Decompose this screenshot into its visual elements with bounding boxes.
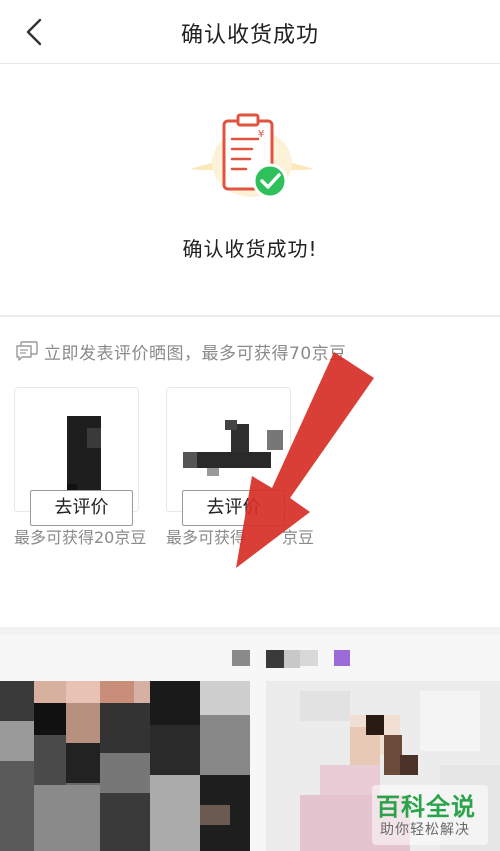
success-section: ¥ 确认收货成功! [0,65,500,315]
watermark-title: 百科全说 [376,793,476,821]
reward-text: 最多可获得 京豆 [166,528,315,547]
review-tip: 立即发表评价晒图，最多可获得70京豆 [16,339,347,364]
review-button[interactable]: 去评价 [30,490,133,526]
page-title: 确认收货成功 [180,23,319,48]
svg-text:¥: ¥ [258,129,264,140]
comment-icon [16,341,38,361]
success-message: 确认收货成功! [182,237,318,261]
nav-header: 确认收货成功 [0,0,500,64]
watermark-subtitle: 助你轻松解决 [380,822,470,838]
clipboard-check-icon: ¥ [190,113,314,199]
review-tip-text: 立即发表评价晒图，最多可获得70京豆 [44,343,347,364]
review-button[interactable]: 去评价 [182,490,285,526]
review-section: 立即发表评价晒图，最多可获得70京豆 最多可获得20京豆 去评价 最多可获得 京豆… [0,317,500,627]
watermark: 百科全说 助你轻松解决 [372,785,488,845]
section-divider [0,627,500,635]
reward-text: 最多可获得20京豆 [14,528,147,547]
